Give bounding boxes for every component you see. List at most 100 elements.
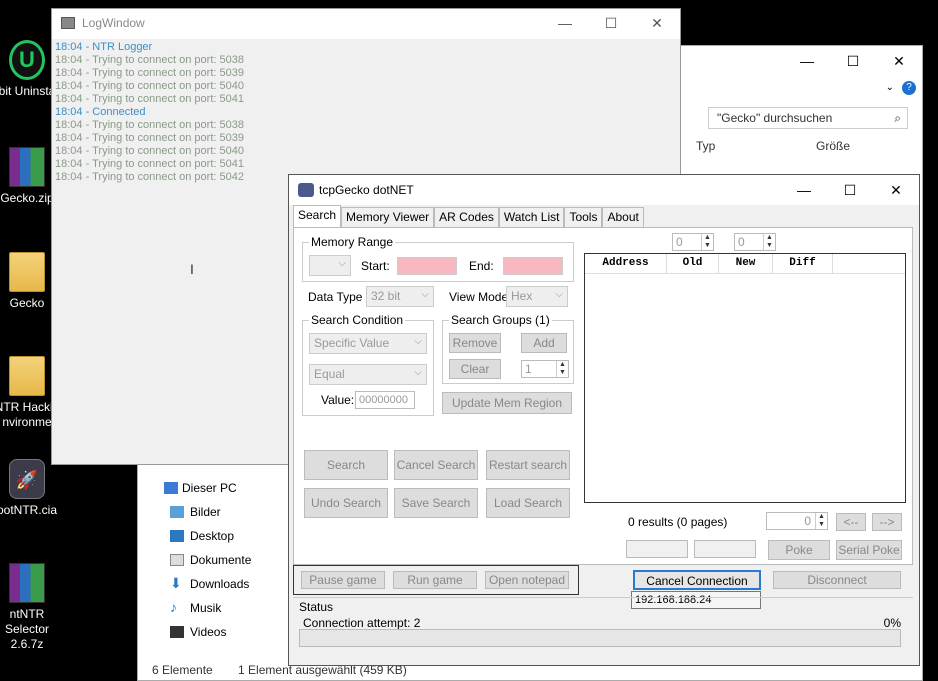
group-label: Search Groups (1) [449, 313, 552, 327]
group-label: Search Condition [309, 313, 406, 327]
next-page-button[interactable]: --> [872, 513, 902, 531]
chevron-down-icon[interactable]: ⌄ [886, 82, 894, 93]
undo-search-button[interactable]: Undo Search [304, 488, 388, 518]
nav-item-dokumente[interactable]: Dokumente [138, 548, 288, 572]
spin-b-stepper[interactable]: 0 ▲ ▼ [734, 233, 776, 251]
chevron-down-icon: ⌵ [338, 258, 346, 269]
help-icon[interactable]: ? [902, 81, 916, 95]
column-new[interactable]: New [719, 254, 773, 273]
uninstaller-icon: U [9, 40, 45, 80]
page-stepper[interactable]: 0 ▲ ▼ [766, 512, 828, 530]
end-address-input[interactable] [503, 257, 563, 275]
chevron-down-icon: ⌵ [421, 289, 429, 300]
nav-item-desktop[interactable]: Desktop [138, 524, 288, 548]
maximize-icon[interactable]: ☐ [588, 9, 634, 37]
search-input[interactable]: "Gecko" durchsuchen ⌕ [708, 107, 908, 129]
stepper-value: 1 [525, 362, 532, 376]
open-notepad-button[interactable]: Open notepad [485, 571, 569, 589]
memory-range-group: Memory Range ⌵ Start: End: [302, 235, 574, 282]
save-search-button[interactable]: Save Search [394, 488, 478, 518]
desktop-icon-label: ootNTR.cia [0, 503, 58, 517]
desktop-icon [170, 530, 184, 542]
results-list[interactable]: Address Old New Diff [584, 253, 906, 503]
disconnect-button[interactable]: Disconnect [773, 571, 901, 589]
nav-item-bilder[interactable]: Bilder [138, 500, 288, 524]
column-diff[interactable]: Diff [773, 254, 833, 273]
value-input[interactable]: 00000000 [355, 391, 415, 409]
minimize-icon[interactable]: — [784, 46, 830, 76]
videos-icon [170, 626, 184, 638]
desktop-icon-selector[interactable]: ntNTR Selector 2.6.7z [0, 563, 62, 652]
data-type-select[interactable]: 32 bit ⌵ [366, 286, 434, 307]
prev-page-button[interactable]: <-- [836, 513, 866, 531]
group-number-stepper[interactable]: 1 ▲ ▼ [521, 360, 569, 378]
nav-label: Musik [190, 601, 222, 615]
log-line: 18:04 - NTR Logger [55, 41, 153, 53]
clear-button[interactable]: Clear [449, 359, 501, 379]
serial-poke-button[interactable]: Serial Poke [836, 540, 902, 560]
stepper-arrows-icon[interactable]: ▲ ▼ [556, 361, 568, 377]
stepper-arrows-icon[interactable]: ▲ ▼ [701, 234, 713, 250]
run-game-button[interactable]: Run game [393, 571, 477, 589]
update-mem-region-button[interactable]: Update Mem Region [442, 392, 572, 414]
tab-watch-list[interactable]: Watch List [498, 207, 565, 227]
search-button[interactable]: Search [304, 450, 388, 480]
maximize-icon[interactable]: ☐ [827, 175, 873, 205]
window-icon [61, 17, 75, 29]
poke-value-input[interactable] [694, 540, 756, 558]
close-icon[interactable]: ✕ [873, 175, 919, 205]
cancel-connection-button[interactable]: Cancel Connection [633, 570, 761, 590]
compare-select[interactable]: Equal ⌵ [309, 364, 427, 385]
add-button[interactable]: Add [521, 333, 567, 353]
pause-game-button[interactable]: Pause game [301, 571, 385, 589]
status-group: Status Connection attempt: 2 0% [293, 597, 913, 659]
condition-select[interactable]: Specific Value ⌵ [309, 333, 427, 354]
folder-icon [9, 252, 45, 292]
archive-icon [9, 563, 45, 603]
pictures-icon [170, 506, 184, 518]
maximize-icon[interactable]: ☐ [830, 46, 876, 76]
close-icon[interactable]: ✕ [876, 46, 922, 76]
tab-about[interactable]: About [602, 207, 644, 227]
log-line: 18:04 - Trying to connect on port: 5041 [55, 158, 244, 170]
tab-search[interactable]: Search [293, 205, 342, 227]
tab-memory-viewer[interactable]: Memory Viewer [341, 207, 435, 227]
log-text-area[interactable]: 18:04 - NTR Logger 18:04 - Trying to conn… [52, 39, 680, 186]
stepper-arrows-icon[interactable]: ▲ ▼ [815, 513, 827, 529]
nav-label: Downloads [190, 577, 250, 591]
stepper-arrows-icon[interactable]: ▲ ▼ [763, 234, 775, 250]
desktop-icon-bootntr[interactable]: 🚀 ootNTR.cia [0, 459, 62, 518]
tab-ar-codes[interactable]: AR Codes [434, 207, 499, 227]
start-address-input[interactable] [397, 257, 457, 275]
view-mode-select[interactable]: Hex ⌵ [506, 286, 568, 307]
column-address[interactable]: Address [585, 254, 667, 273]
value-label: Value: [321, 393, 355, 407]
nav-item-downloads[interactable]: ⬇ Downloads [138, 572, 288, 596]
view-mode-value: Hex [511, 289, 533, 303]
restart-search-button[interactable]: Restart search [486, 450, 570, 480]
search-groups-group: Search Groups (1) Remove Add Clear 1 ▲ ▼ [442, 313, 574, 384]
column-size[interactable]: Größe [816, 139, 850, 153]
nav-item-videos[interactable]: Videos [138, 620, 288, 644]
chevron-down-icon: ⌵ [414, 336, 422, 347]
load-search-button[interactable]: Load Search [486, 488, 570, 518]
condition-value: Specific Value [314, 336, 390, 350]
nav-item-musik[interactable]: ♪ Musik [138, 596, 288, 620]
results-count: 0 results (0 pages) [628, 515, 728, 529]
nav-item-this-pc[interactable]: Dieser PC [138, 476, 288, 500]
poke-address-input[interactable] [626, 540, 688, 558]
spin-a-stepper[interactable]: 0 ▲ ▼ [672, 233, 714, 251]
search-placeholder: "Gecko" durchsuchen [717, 111, 833, 125]
column-type[interactable]: Typ [696, 139, 715, 153]
archive-icon [9, 147, 45, 187]
cancel-search-button[interactable]: Cancel Search [394, 450, 478, 480]
remove-button[interactable]: Remove [449, 333, 501, 353]
minimize-icon[interactable]: — [542, 9, 588, 37]
memory-range-select[interactable]: ⌵ [309, 255, 351, 276]
title-buttons: — ☐ ✕ [542, 9, 680, 37]
close-icon[interactable]: ✕ [634, 9, 680, 37]
minimize-icon[interactable]: — [781, 175, 827, 205]
column-old[interactable]: Old [667, 254, 719, 273]
poke-button[interactable]: Poke [768, 540, 830, 560]
tab-tools[interactable]: Tools [564, 207, 603, 227]
